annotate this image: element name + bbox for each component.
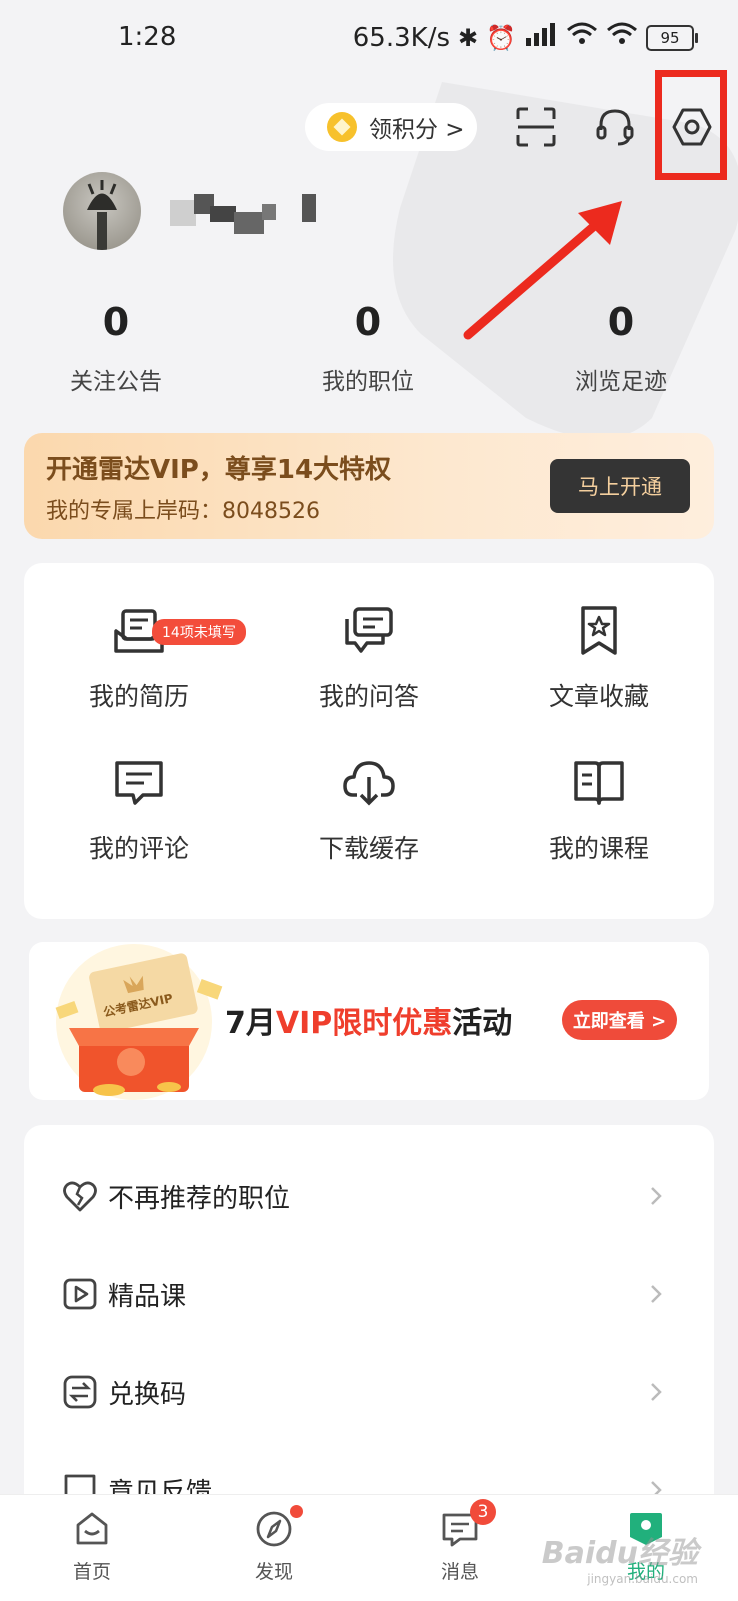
book-icon (574, 761, 624, 805)
resume-badge: 14项未填写 (152, 619, 246, 645)
nav-label: 消息 (440, 1561, 479, 1583)
stat-value: 0 (102, 300, 130, 344)
promo-text: 7月VIP限时优惠活动 (225, 998, 512, 1042)
list-item-hidden-positions[interactable]: 不再推荐的职位 (24, 1147, 714, 1245)
stat-followed-announcements[interactable]: 0 关注公告 (16, 300, 216, 396)
stat-label: 浏览足迹 (575, 369, 667, 395)
status-time: 1:28 (118, 22, 177, 52)
list-item-premium-courses[interactable]: 精品课 (24, 1245, 714, 1343)
nav-messages[interactable]: 消息 3 (400, 1499, 520, 1584)
home-icon (76, 1512, 108, 1545)
list-item-redeem-code[interactable]: 兑换码 (24, 1343, 714, 1441)
chevron-right-icon (651, 1187, 662, 1205)
stat-value: 0 (354, 300, 382, 344)
grid-label: 我的简历 (88, 682, 189, 711)
headset-icon (596, 109, 634, 146)
view-now-button[interactable]: 立即查看 > (562, 1000, 677, 1040)
nav-label: 首页 (72, 1561, 111, 1583)
nav-label: 发现 (254, 1561, 293, 1583)
grid-label: 我的课程 (548, 834, 649, 863)
promo-month: 7月 (225, 1006, 276, 1041)
baidu-watermark: Baidu经验 (541, 1536, 698, 1571)
grid-item-qa[interactable]: 我的问答 (254, 583, 484, 733)
vip-code: 我的专属上岸码：8048526 (46, 499, 320, 524)
grid-label: 我的评论 (88, 834, 189, 863)
open-vip-button[interactable]: 马上开通 (550, 459, 690, 513)
stat-browse-history[interactable]: 0 浏览足迹 (521, 300, 721, 396)
compass-icon (256, 1511, 292, 1547)
qa-icon (345, 607, 393, 653)
stat-label: 我的职位 (322, 369, 414, 395)
list-label: 兑换码 (108, 1379, 187, 1410)
avatar[interactable] (63, 172, 141, 250)
grid-item-resume[interactable]: 我的简历 14项未填写 (24, 583, 254, 733)
bookmark-star-icon (581, 606, 617, 655)
grid-label: 文章收藏 (548, 682, 649, 711)
vip-title: 开通雷达VIP，尊享14大特权 (46, 455, 392, 485)
list-label: 不再推荐的职位 (108, 1183, 291, 1214)
discover-dot-badge (290, 1505, 303, 1518)
vip-banner[interactable]: 开通雷达VIP，尊享14大特权 我的专属上岸码：8048526 马上开通 (24, 433, 714, 539)
grid-label: 我的问答 (318, 682, 419, 711)
vip-promo-banner[interactable]: 公考雷达VIP 7月VIP限时优惠活动 立即查看 > (29, 942, 709, 1100)
stat-value: 0 (607, 300, 635, 344)
grid-item-courses[interactable]: 我的课程 (484, 735, 714, 885)
points-button[interactable]: 领积分 > (305, 103, 477, 151)
nav-home[interactable]: 首页 (32, 1509, 152, 1584)
cloud-download-icon (343, 761, 395, 806)
grid-item-downloads[interactable]: 下载缓存 (254, 735, 484, 885)
exchange-icon (63, 1375, 97, 1409)
promo-suffix: 活动 (452, 1006, 513, 1041)
play-icon (63, 1278, 97, 1310)
feature-grid: 我的简历 14项未填写 我的问答 文章收藏 我的评论 下载缓存 我的课程 (24, 563, 714, 919)
stat-label: 关注公告 (70, 369, 162, 395)
scan-icon (516, 107, 556, 147)
chevron-right-icon (651, 1285, 662, 1303)
promo-highlight: VIP限时优惠 (275, 1006, 453, 1041)
grid-item-favorites[interactable]: 文章收藏 (484, 583, 714, 733)
chevron-right-icon (651, 1383, 662, 1401)
scan-button[interactable] (506, 97, 566, 157)
comment-icon (115, 761, 163, 805)
baidu-watermark-url: jingyan.baidu.com (587, 1572, 698, 1586)
coin-icon (327, 112, 357, 142)
stat-my-positions[interactable]: 0 我的职位 (268, 300, 468, 396)
points-label: 领积分 > (369, 117, 465, 143)
grid-label: 下载缓存 (318, 834, 419, 863)
gift-box-illustration: 公考雷达VIP (55, 944, 223, 1100)
broken-heart-icon (63, 1181, 97, 1212)
grid-item-comments[interactable]: 我的评论 (24, 735, 254, 885)
customer-service-button[interactable] (585, 97, 645, 157)
nav-discover[interactable]: 发现 (214, 1505, 334, 1584)
settings-list: 不再推荐的职位 精品课 兑换码 意见反馈 (24, 1125, 714, 1525)
list-label: 精品课 (108, 1281, 187, 1312)
message-count-badge: 3 (470, 1499, 496, 1525)
highlight-frame (655, 70, 727, 180)
